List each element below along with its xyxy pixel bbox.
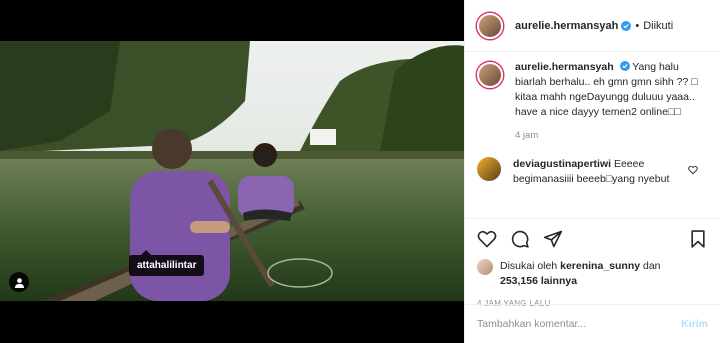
follow-status-button[interactable]: Diikuti xyxy=(643,20,673,32)
author-avatar[interactable] xyxy=(477,12,503,39)
bookmark-icon xyxy=(691,230,705,248)
liker-username[interactable]: kerenina_sunny xyxy=(560,260,640,272)
caption-avatar[interactable] xyxy=(477,62,503,88)
paper-plane-icon xyxy=(543,230,563,248)
like-button[interactable] xyxy=(477,229,497,249)
user-icon xyxy=(14,277,24,288)
comment-item: deviagustinapertiwi Eeeee begimanasiiii … xyxy=(477,157,708,187)
tagged-users-button[interactable] xyxy=(9,272,29,292)
post-header: aurelie.hermansyah • Diikuti xyxy=(465,0,720,52)
send-comment-button[interactable]: Kirim xyxy=(681,318,708,330)
action-icons-row xyxy=(477,227,708,251)
comments-section: aurelie.hermansyah Yang halu biarlah ber… xyxy=(477,60,708,187)
liker-avatar[interactable] xyxy=(477,259,493,275)
verified-badge-icon xyxy=(621,20,632,31)
add-comment-form: Kirim xyxy=(465,304,720,343)
heart-icon xyxy=(477,230,497,248)
likes-text: Disukai oleh kerenina_sunny dan 253,156 … xyxy=(500,259,661,289)
caption-username[interactable]: aurelie.hermansyah xyxy=(515,61,614,73)
likes-count[interactable]: 253,156 lainnya xyxy=(500,275,577,287)
comment-like-heart-icon[interactable] xyxy=(688,165,698,175)
verified-badge-icon xyxy=(619,61,630,71)
likes-prefix: Disukai oleh xyxy=(500,260,558,272)
save-button[interactable] xyxy=(688,229,708,249)
author-username[interactable]: aurelie.hermansyah xyxy=(515,20,618,32)
likes-conjunction: dan xyxy=(643,260,661,272)
caption-timestamp[interactable]: 4 jam xyxy=(515,128,708,143)
comment-input[interactable] xyxy=(477,318,682,330)
separator-dot: • xyxy=(635,19,640,32)
share-button[interactable] xyxy=(543,229,563,249)
post-side-panel: aurelie.hermansyah • Diikuti aurelie.her… xyxy=(464,0,720,343)
post-actions: Disukai oleh kerenina_sunny dan 253,156 … xyxy=(465,218,720,308)
commenter-avatar[interactable] xyxy=(477,157,501,181)
comment-text-block: deviagustinapertiwi Eeeee begimanasiiii … xyxy=(513,157,693,187)
post-caption: aurelie.hermansyah Yang halu biarlah ber… xyxy=(477,60,708,143)
comment-button[interactable] xyxy=(510,229,530,249)
post-media[interactable]: attahalilintar xyxy=(0,0,464,343)
post-photo[interactable] xyxy=(0,41,464,301)
caption-text-block: aurelie.hermansyah Yang halu biarlah ber… xyxy=(515,60,708,143)
user-tag-label[interactable]: attahalilintar xyxy=(129,250,205,276)
comment-bubble-icon xyxy=(511,230,529,248)
commenter-username[interactable]: deviagustinapertiwi xyxy=(513,158,611,170)
likes-summary: Disukai oleh kerenina_sunny dan 253,156 … xyxy=(477,259,708,289)
